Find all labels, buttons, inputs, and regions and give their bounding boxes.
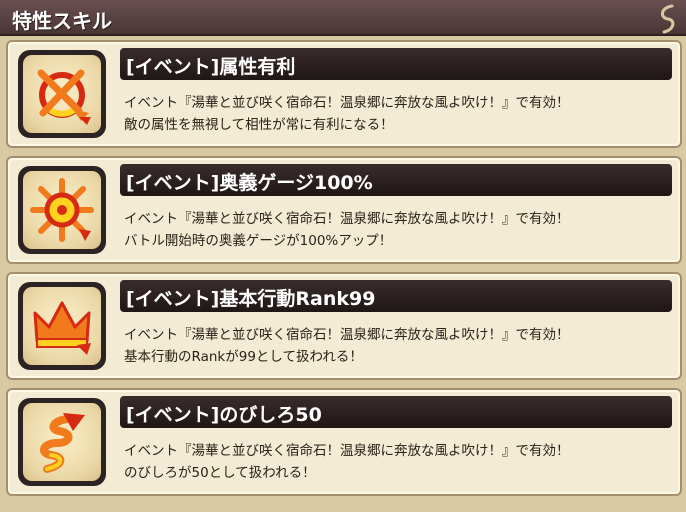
skill-list: [イベント]属性有利 イベント『湯華と並び咲く宿命石！温泉郷に奔放な風よ吹け！』… [6,40,682,504]
skill-description-line: バトル開始時の奥義ゲージが100%アップ！ [124,233,393,249]
skill-icon-frame [18,50,106,138]
skill-description-line: 基本行動のRankが99として扱われる！ [124,349,363,365]
skill-title: [イベント]のびしろ50 [126,404,322,426]
target-arrow-icon [23,55,101,133]
skill-description-line: イベント『湯華と並び咲く宿命石！温泉郷に奔放な風よ吹け！』で有効！ [124,443,570,459]
spiral-arrow-icon [23,403,101,481]
skill-description-line: イベント『湯華と並び咲く宿命石！温泉郷に奔放な風よ吹け！』で有効！ [124,211,570,227]
panel-header: 特性スキル [0,0,686,36]
skill-description-line: 敵の属性を無視して相性が常に有利になる！ [124,117,394,133]
skill-description-line: のびしろが50として扱われる！ [124,465,316,481]
skill-title-bar: [イベント]奥義ゲージ100% [120,164,672,196]
skills-panel: 特性スキル [イベント]属性有利 イベント『湯華と並び咲く宿命石！温泉郷に奔放な… [0,0,686,512]
skill-title-bar: [イベント]基本行動Rank99 [120,280,672,312]
skill-description: イベント『湯華と並び咲く宿命石！温泉郷に奔放な風よ吹け！』で有効！ バトル開始時… [124,208,670,252]
skill-card[interactable]: [イベント]のびしろ50 イベント『湯華と並び咲く宿命石！温泉郷に奔放な風よ吹け… [6,388,682,496]
skill-icon-frame [18,166,106,254]
swirl-ornament-icon [654,4,680,34]
skill-card[interactable]: [イベント]属性有利 イベント『湯華と並び咲く宿命石！温泉郷に奔放な風よ吹け！』… [6,40,682,148]
sun-emblem-arrow-icon [23,171,101,249]
skill-title-bar: [イベント]属性有利 [120,48,672,80]
skill-card[interactable]: [イベント]奥義ゲージ100% イベント『湯華と並び咲く宿命石！温泉郷に奔放な風… [6,156,682,264]
skill-card[interactable]: [イベント]基本行動Rank99 イベント『湯華と並び咲く宿命石！温泉郷に奔放な… [6,272,682,380]
skill-description: イベント『湯華と並び咲く宿命石！温泉郷に奔放な風よ吹け！』で有効！ のびしろが5… [124,440,670,484]
skill-title-bar: [イベント]のびしろ50 [120,396,672,428]
skill-title: [イベント]属性有利 [126,56,296,78]
skill-description-line: イベント『湯華と並び咲く宿命石！温泉郷に奔放な風よ吹け！』で有効！ [124,327,570,343]
crown-arrow-icon [23,287,101,365]
skill-description-line: イベント『湯華と並び咲く宿命石！温泉郷に奔放な風よ吹け！』で有効！ [124,95,570,111]
skill-title: [イベント]基本行動Rank99 [126,288,376,310]
skill-icon-frame [18,398,106,486]
skill-title: [イベント]奥義ゲージ100% [126,172,373,194]
skill-description: イベント『湯華と並び咲く宿命石！温泉郷に奔放な風よ吹け！』で有効！ 敵の属性を無… [124,92,670,136]
skill-description: イベント『湯華と並び咲く宿命石！温泉郷に奔放な風よ吹け！』で有効！ 基本行動のR… [124,324,670,368]
skill-icon-frame [18,282,106,370]
panel-title: 特性スキル [12,9,112,33]
